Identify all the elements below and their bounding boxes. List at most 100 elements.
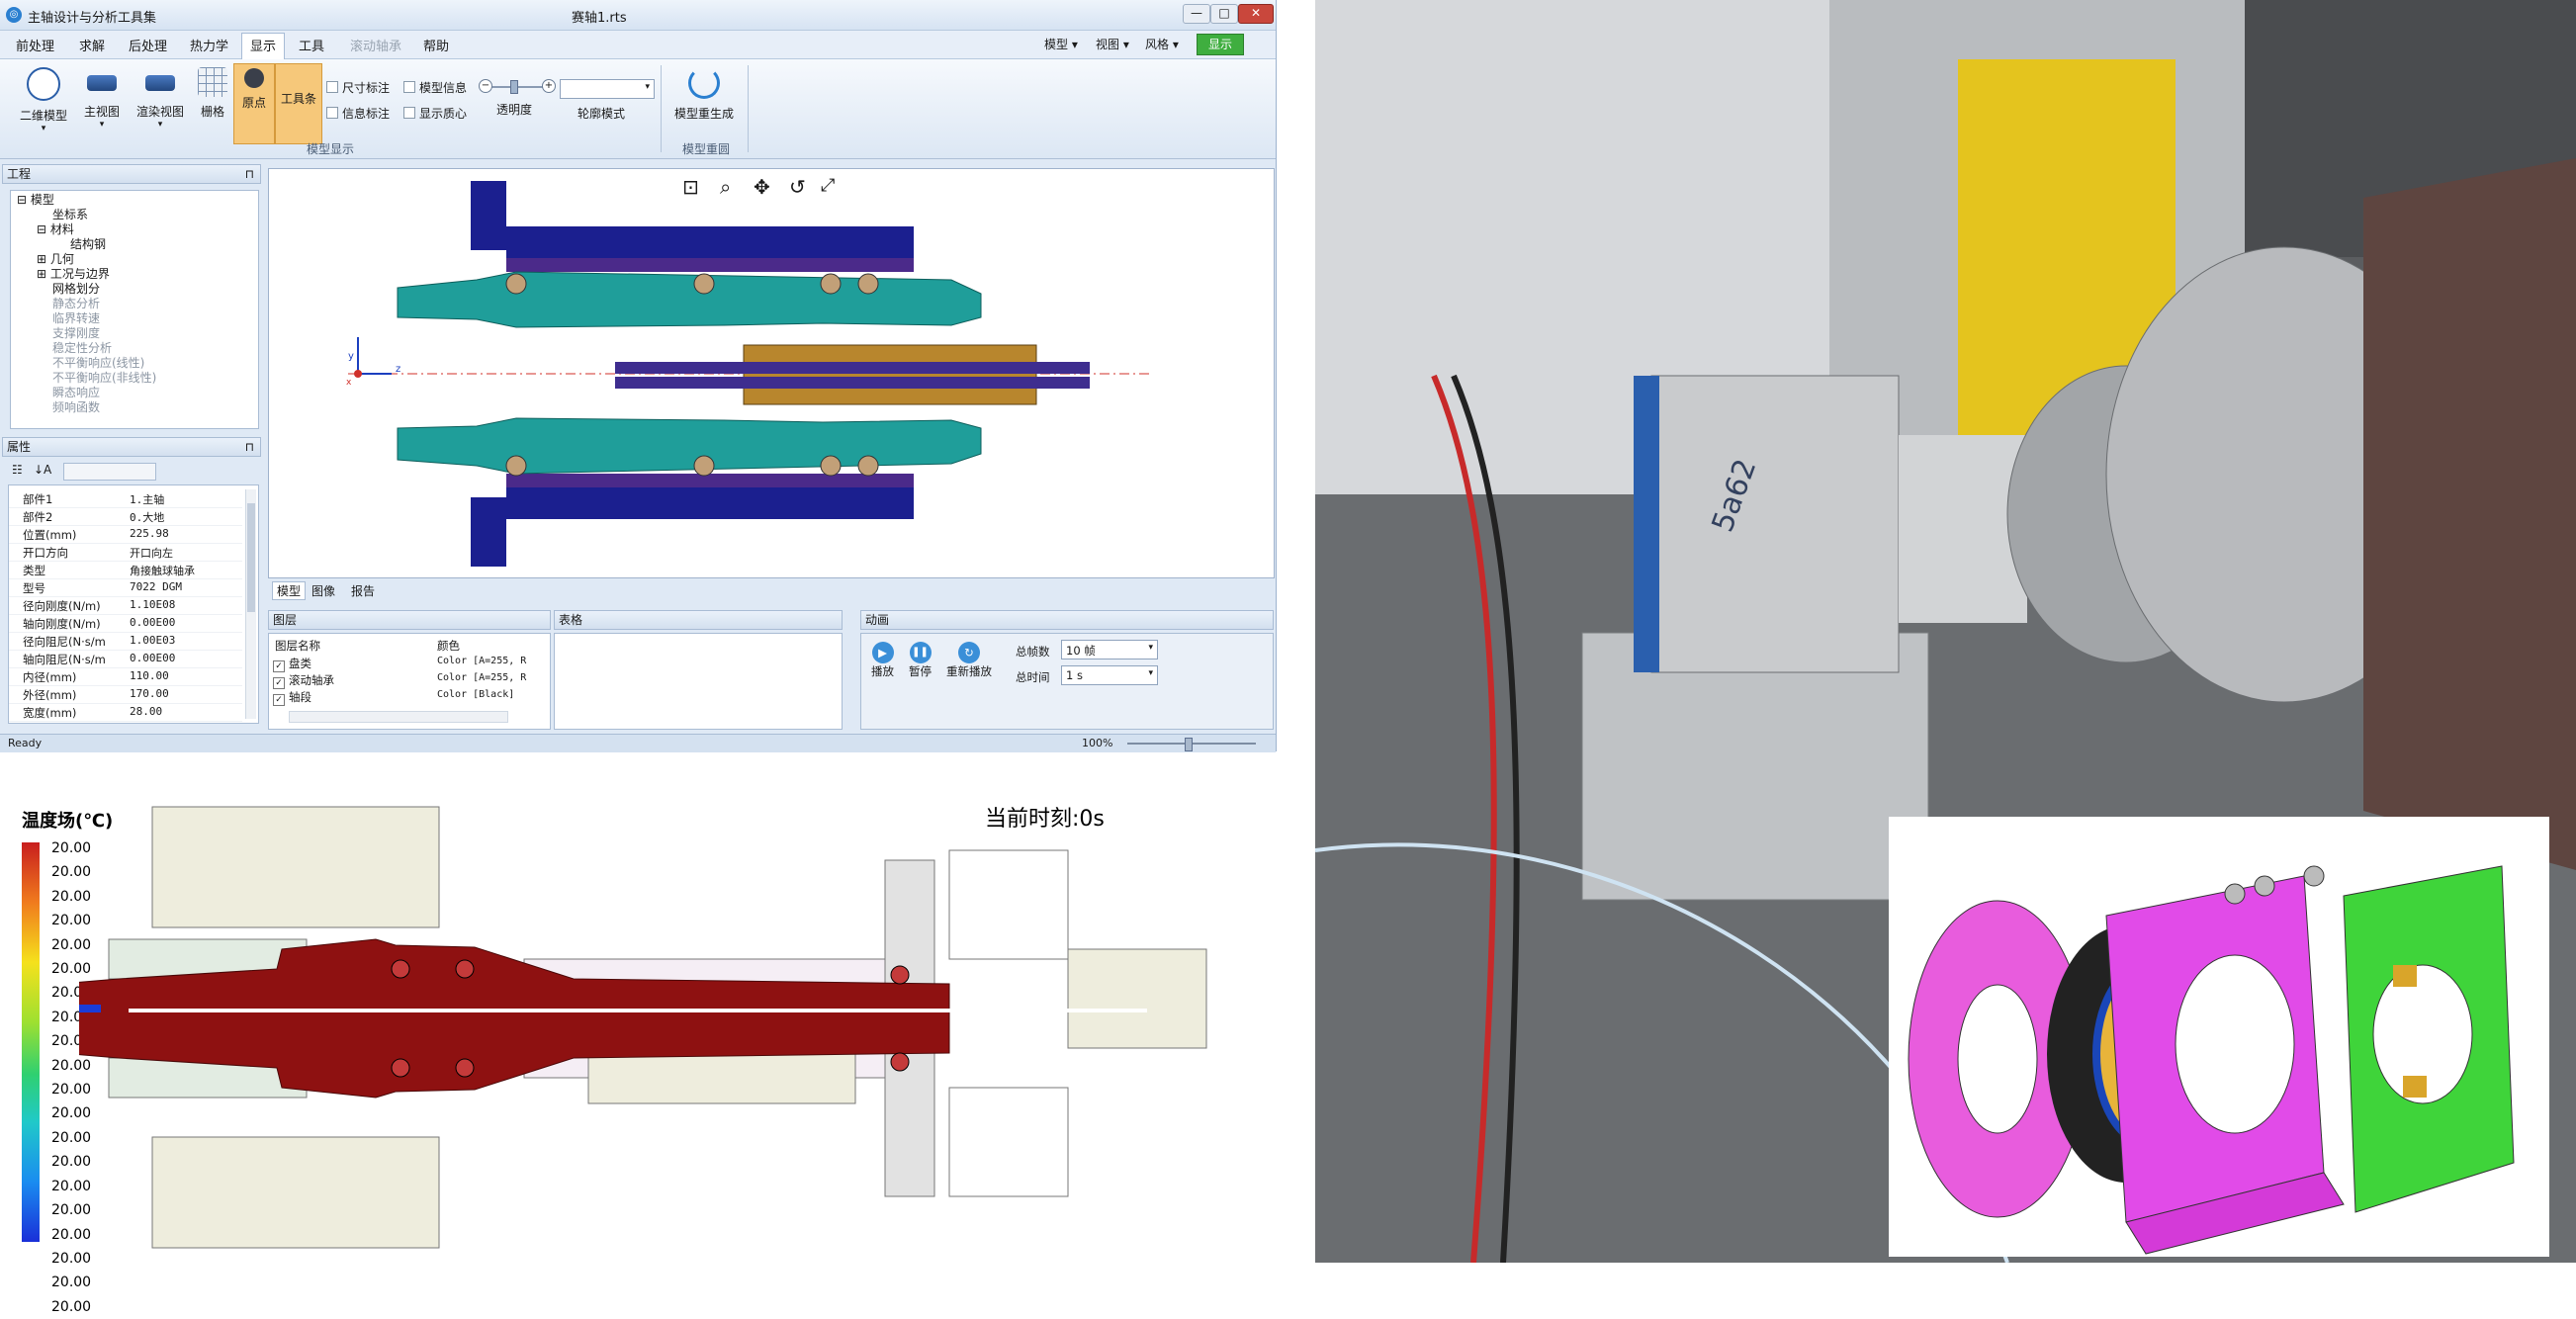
animation-panel-header: 动画 (860, 610, 1274, 630)
app-window: ◎ 主轴设计与分析工具集 赛轴1.rts — □ ✕ 前处理 求解 后处理 热力… (0, 0, 1277, 752)
shaft-upper (397, 271, 982, 328)
main-view-button[interactable]: 主视图 ▾ (79, 67, 125, 130)
rear-coupling (1067, 948, 1207, 1049)
dim-label-checkbox[interactable]: 尺寸标注 (326, 79, 390, 96)
model-info-checkbox[interactable]: 模型信息 (403, 79, 467, 96)
regenerate-model-button[interactable]: 模型重生成 (668, 67, 740, 122)
menu-thermo[interactable]: 热力学 (190, 36, 228, 54)
properties-scrollbar[interactable] (245, 489, 256, 719)
property-row[interactable]: 开口方向 开口向左 (9, 543, 242, 562)
tree-node-steel[interactable]: 结构钢 (70, 235, 106, 252)
property-row[interactable]: 类型 角接触球轴承 (9, 561, 242, 579)
bearing-mid-bottom (693, 455, 715, 477)
total-frames-select[interactable]: 10 帧 ▾ (1061, 640, 1158, 660)
layer-row[interactable]: ✓ 滚动轴承 Color [A=255, R (273, 672, 532, 689)
origin-button[interactable]: 原点 (233, 63, 275, 144)
bearing-fixture (1650, 375, 1900, 673)
contour-mode-select[interactable]: ▾ (560, 79, 655, 99)
pause-button[interactable]: ❚❚ 暂停 (909, 642, 932, 679)
total-time-label: 总时间 (1016, 670, 1050, 684)
grid-button[interactable]: 栅格 (196, 67, 229, 120)
menu-help[interactable]: 帮助 (423, 36, 449, 54)
menu-postprocess[interactable]: 后处理 (129, 36, 167, 54)
animation-panel-title: 动画 (865, 613, 890, 627)
properties-panel-title: 属性 (7, 440, 32, 454)
property-row[interactable]: 径向刚度(N/m) 1.10E08 (9, 596, 242, 615)
property-row[interactable]: 内径(mm) 110.00 (9, 667, 242, 686)
housing-front-bottom (151, 1136, 440, 1249)
tab-image[interactable]: 图像 (311, 582, 335, 599)
contour-mode-label: 轮廓模式 (577, 107, 626, 121)
tab-report[interactable]: 报告 (351, 582, 375, 599)
render-view-button[interactable]: 渲染视图 ▾ (131, 67, 190, 130)
property-row[interactable]: 径向阻尼(N·s/m 1.00E03 (9, 632, 242, 651)
properties-toolbar: ☷ ↓A (8, 461, 257, 483)
tab-model[interactable]: 模型 (272, 581, 307, 600)
bottom-tab-strip: 模型 图像 报告 (268, 581, 1273, 600)
sleeve-bottom (506, 474, 914, 487)
sensor-post-3 (2303, 865, 2325, 887)
layers-hscrollbar[interactable] (289, 711, 508, 723)
menu-tools[interactable]: 工具 (299, 36, 324, 54)
bearing-mid-top (693, 273, 715, 295)
menu-view-dropdown[interactable]: 视图 ▾ (1096, 36, 1129, 52)
property-row[interactable]: 宽度(mm) 28.00 (9, 703, 242, 722)
layer-name-header: 图层名称 (275, 639, 320, 653)
bearing-bottom-2 (455, 1058, 475, 1078)
layer-color-header: 颜色 (437, 639, 460, 653)
animation-panel: ▶ 播放 ❚❚ 暂停 ↻ 重新播放 总帧数 10 帧 ▾ 总时间 1 s ▾ (860, 633, 1274, 730)
centroid-checkbox[interactable]: 显示质心 (403, 105, 467, 122)
model-canvas[interactable]: ⊡ ⌕ ✥ ↺ ⤢ y z x (268, 168, 1275, 578)
property-row[interactable]: 部件2 0.大地 (9, 507, 242, 526)
bearing-front-bottom (505, 455, 527, 477)
housing-front-bottom (471, 497, 506, 567)
tree-node-material[interactable]: ⊟ 材料 (37, 220, 74, 237)
layer-row[interactable]: ✓ 盘类 Color [A=255, R (273, 656, 532, 672)
tree-node-frf[interactable]: 频响函数 (52, 398, 100, 415)
menu-display[interactable]: 显示 (241, 33, 286, 59)
pin-icon[interactable]: ⊓ (245, 438, 254, 456)
sort-az-icon[interactable]: ↓A (34, 463, 51, 477)
menu-solve[interactable]: 求解 (79, 36, 105, 54)
total-time-select[interactable]: 1 s ▾ (1061, 665, 1158, 685)
pin-icon[interactable]: ⊓ (245, 165, 254, 183)
property-row[interactable]: 轴向刚度(N/m) 0.00E00 (9, 614, 242, 633)
close-button[interactable]: ✕ (1238, 4, 1274, 24)
table-panel (554, 633, 843, 730)
ribbon: 二维模型 ▾ 主视图 ▾ 渲染视图 ▾ 栅格 原点 工具条 尺寸标注 信息标注 模型信… (0, 59, 1276, 159)
tree-node-model[interactable]: ⊟ 模型 (17, 191, 54, 208)
bearing-front-top (505, 273, 527, 295)
toolbar-button[interactable]: 工具条 (275, 63, 322, 144)
properties-grid: 部件1 1.主轴 部件2 0.大地 位置(mm) 225.98 开口方向 开口向左 类型… (8, 484, 259, 724)
property-row[interactable]: 型号 7022 DGM (9, 578, 242, 597)
categorized-icon[interactable]: ☷ (12, 463, 23, 477)
property-row[interactable]: 部件1 1.主轴 (9, 489, 242, 508)
project-panel-title: 工程 (7, 167, 32, 181)
layers-panel-header: 图层 (268, 610, 551, 630)
housing-bore (2175, 954, 2295, 1134)
property-row[interactable]: 轴向阻尼(N·s/m 0.00E00 (9, 650, 242, 668)
property-search-input[interactable] (63, 463, 156, 481)
spindle-nose-arrow (79, 1005, 101, 1012)
chevron-down-icon: ▾ (1148, 668, 1153, 678)
play-icon: ▶ (871, 642, 894, 663)
info-label-checkbox[interactable]: 信息标注 (326, 105, 390, 122)
display-button[interactable]: 显示 (1197, 34, 1244, 55)
layer-row[interactable]: ✓ 轴段 Color [Black] (273, 689, 532, 706)
zoom-slider[interactable] (1127, 738, 1256, 751)
minimize-button[interactable]: — (1183, 4, 1210, 24)
maximize-button[interactable]: □ (1210, 4, 1238, 24)
main-view-label: 主视图 (83, 105, 120, 119)
menu-rolling-bearing[interactable]: 滚动轴承 (350, 36, 401, 54)
play-button[interactable]: ▶ 播放 (871, 642, 894, 679)
replay-icon: ↻ (958, 642, 980, 663)
menu-preprocess[interactable]: 前处理 (16, 36, 54, 54)
menu-model-dropdown[interactable]: 模型 ▾ (1044, 36, 1078, 52)
info-label-text: 信息标注 (342, 107, 391, 121)
property-row[interactable]: 外径(mm) 170.00 (9, 685, 242, 704)
menu-style-dropdown[interactable]: 风格 ▾ (1145, 36, 1179, 52)
2d-model-button[interactable]: 二维模型 ▾ (14, 67, 73, 133)
transparency-slider[interactable]: − + (479, 79, 556, 94)
property-row[interactable]: 位置(mm) 225.98 (9, 525, 242, 544)
replay-button[interactable]: ↻ 重新播放 (946, 642, 992, 679)
